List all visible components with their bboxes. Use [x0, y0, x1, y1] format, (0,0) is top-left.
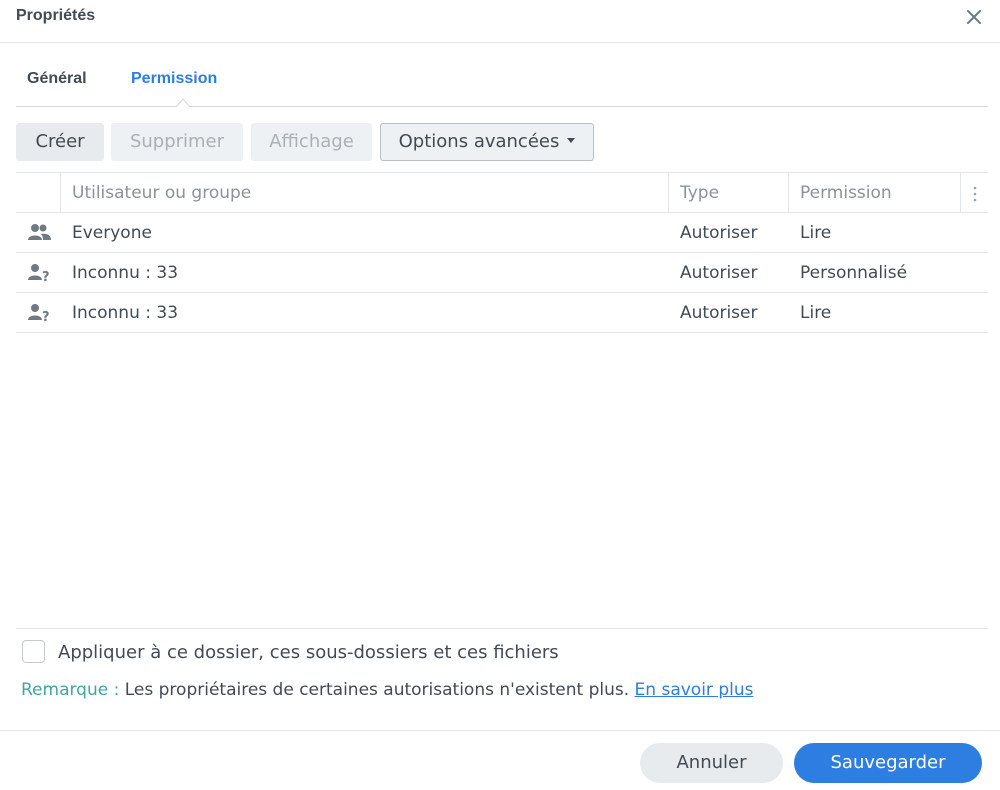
column-header-type[interactable]: Type [680, 173, 719, 212]
user-name: Inconnu : 33 [72, 263, 179, 283]
view-button[interactable]: Affichage [251, 123, 372, 161]
grid-header: Utilisateur ou groupe Type Permission [16, 172, 988, 213]
permission-type: Autoriser [680, 223, 758, 243]
tab-bar: Général Permission [16, 60, 988, 107]
permission-value: Lire [800, 223, 832, 243]
column-separator [60, 173, 61, 212]
tab-permission[interactable]: Permission [131, 70, 217, 88]
permission-grid: Utilisateur ou groupe Type Permission Ev… [16, 172, 988, 333]
advanced-options-button[interactable]: Options avancées [380, 123, 594, 161]
dialog-titlebar: Propriétés [0, 0, 1000, 43]
column-separator [668, 173, 669, 212]
table-row[interactable]: ? Inconnu : 33 Autoriser Personnalisé [16, 253, 988, 293]
chevron-down-icon [567, 137, 576, 143]
unknown-user-icon: ? [28, 304, 50, 324]
close-icon[interactable] [964, 7, 984, 27]
tab-general[interactable]: Général [27, 70, 87, 88]
permission-value: Lire [800, 303, 832, 323]
remark-text: Les propriétaires de certaines autorisat… [124, 680, 630, 700]
delete-button[interactable]: Supprimer [111, 123, 243, 161]
dialog-title: Propriétés [16, 7, 96, 24]
permission-type: Autoriser [680, 303, 758, 323]
create-button[interactable]: Créer [16, 123, 104, 161]
remark-note: Remarque : Les propriétaires de certaine… [21, 680, 753, 700]
options-divider [16, 628, 988, 629]
table-row[interactable]: ? Inconnu : 33 Autoriser Lire [16, 293, 988, 333]
save-button[interactable]: Sauvegarder [794, 743, 982, 783]
column-header-user[interactable]: Utilisateur ou groupe [72, 173, 251, 212]
svg-text:?: ? [42, 270, 50, 284]
apply-recursive-label[interactable]: Appliquer à ce dossier, ces sous-dossier… [58, 642, 559, 663]
remark-label: Remarque : [21, 680, 120, 700]
dialog-footer [0, 730, 1000, 731]
permission-value: Personnalisé [800, 263, 908, 283]
active-tab-caret-icon [176, 98, 190, 107]
group-icon [28, 224, 51, 240]
apply-recursive-checkbox[interactable] [22, 640, 45, 663]
user-name: Everyone [72, 223, 152, 243]
unknown-user-icon: ? [28, 264, 50, 284]
user-name: Inconnu : 33 [72, 303, 179, 323]
permission-type: Autoriser [680, 263, 758, 283]
column-separator [960, 173, 961, 212]
cancel-button[interactable]: Annuler [640, 743, 783, 783]
column-header-permission[interactable]: Permission [800, 173, 892, 212]
svg-text:?: ? [42, 310, 50, 324]
column-separator [788, 173, 789, 212]
table-row[interactable]: Everyone Autoriser Lire [16, 213, 988, 253]
advanced-options-label: Options avancées [398, 131, 560, 152]
learn-more-link[interactable]: En savoir plus [635, 680, 754, 700]
column-menu-icon[interactable] [972, 185, 978, 203]
